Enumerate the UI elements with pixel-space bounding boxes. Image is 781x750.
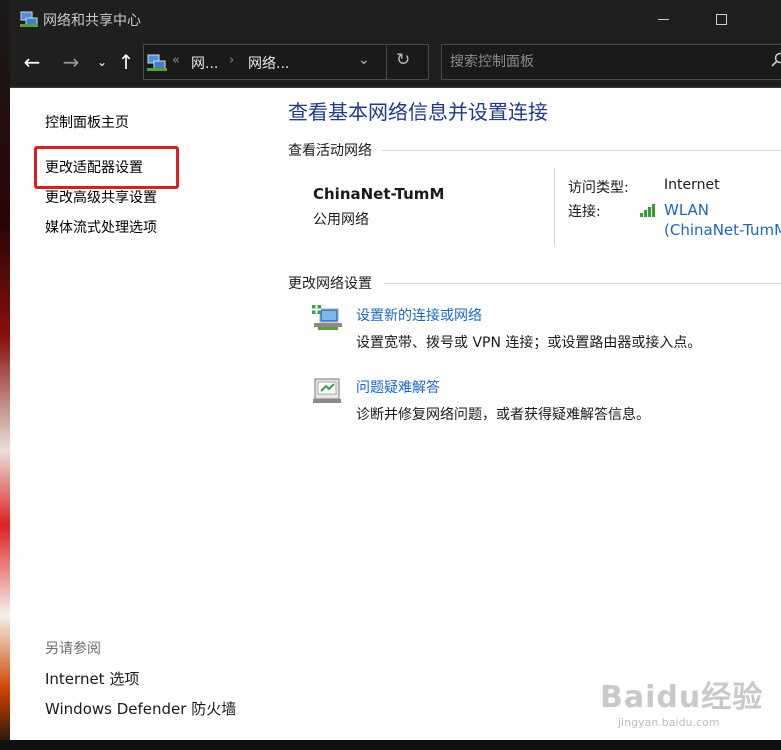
refresh-icon[interactable]: ↻: [396, 50, 410, 70]
access-type-label: 访问类型:: [568, 180, 629, 196]
breadcrumb-item[interactable]: 网络...: [248, 53, 289, 73]
setup-new-connection-link[interactable]: 设置新的连接或网络: [356, 305, 482, 325]
search-box: [441, 44, 781, 80]
network-info-separator: [554, 168, 555, 246]
back-button[interactable]: ←: [20, 50, 44, 74]
baidu-jingyan-watermark: Baidu经验 jingyan.baidu.com: [600, 672, 764, 729]
watermark-url: jingyan.baidu.com: [618, 716, 720, 729]
troubleshoot-problems-link[interactable]: 问题疑难解答: [356, 377, 440, 397]
breadcrumb-item[interactable]: 网...: [191, 53, 218, 73]
arrow-left-icon: ←: [23, 50, 41, 74]
address-dropdown-icon[interactable]: ⌄: [358, 52, 370, 68]
desktop-background: [0, 0, 10, 750]
address-bar[interactable]: « 网... › 网络... ⌄ ↻: [143, 44, 429, 80]
network-name: ChinaNet-TumM: [313, 185, 445, 203]
network-sharing-center-window: 网络和共享中心 ← → ⌄ ↑ « 网... › 网络... ⌄ ↻ 搜索控制面…: [10, 0, 781, 740]
minimize-button[interactable]: [640, 6, 686, 32]
address-divider: [386, 45, 387, 79]
sidebar-item-advanced-sharing-settings[interactable]: 更改高级共享设置: [45, 187, 157, 207]
troubleshoot-problems-description: 诊断并修复网络问题，或者获得疑难解答信息。: [356, 407, 650, 423]
see-also-internet-options[interactable]: Internet 选项: [45, 668, 139, 689]
title-bar: 网络和共享中心: [10, 0, 781, 38]
breadcrumb-separator-icon: ›: [229, 53, 235, 68]
wlan-link-line2: (ChinaNet-TumM: [664, 221, 781, 239]
network-center-app-icon: [20, 10, 38, 32]
see-also-windows-defender-firewall[interactable]: Windows Defender 防火墙: [45, 698, 236, 719]
wifi-signal-icon: [640, 202, 658, 221]
arrow-up-icon: ↑: [117, 50, 135, 74]
sidebar-item-media-streaming-options[interactable]: 媒体流式处理选项: [45, 217, 157, 237]
watermark-logo-text: Baidu经验: [600, 680, 764, 715]
highlight-annotation-box: [34, 146, 179, 189]
connection-label: 连接:: [568, 204, 601, 220]
forward-button[interactable]: →: [59, 50, 83, 74]
maximize-icon: [715, 14, 727, 25]
chevron-down-icon: ⌄: [96, 55, 108, 69]
navigation-bar: ← → ⌄ ↑ « 网... › 网络... ⌄ ↻: [10, 38, 781, 88]
wlan-connection-link[interactable]: WLAN (ChinaNet-TumM: [664, 200, 781, 240]
page-title: 查看基本网络信息并设置连接: [288, 100, 548, 124]
window-title: 网络和共享中心: [43, 13, 141, 29]
wlan-link-line1: WLAN: [664, 201, 710, 219]
see-also-heading: 另请参阅: [45, 641, 101, 657]
taskbar-edge: [0, 740, 781, 750]
up-button[interactable]: ↑: [114, 50, 138, 74]
section-divider: [384, 283, 781, 284]
change-settings-section-title: 更改网络设置: [288, 276, 372, 292]
setup-new-connection-description: 设置宽带、拨号或 VPN 连接；或设置路由器或接入点。: [356, 335, 702, 351]
access-type-value: Internet: [664, 177, 720, 193]
network-type: 公用网络: [313, 212, 369, 228]
troubleshoot-icon: [312, 377, 344, 409]
minimize-icon: [657, 19, 669, 20]
network-location-icon: [147, 54, 167, 76]
section-divider: [382, 150, 781, 151]
active-networks-section-title: 查看活动网络: [288, 143, 372, 159]
search-icon[interactable]: [770, 52, 781, 72]
sidebar-item-control-panel-home[interactable]: 控制面板主页: [45, 112, 129, 132]
breadcrumb-overflow-icon: «: [172, 53, 180, 68]
network-setup-icon: [312, 303, 344, 337]
arrow-right-icon: →: [62, 50, 80, 74]
search-input[interactable]: [450, 52, 750, 72]
maximize-button[interactable]: [698, 6, 744, 32]
recent-locations-button[interactable]: ⌄: [90, 50, 114, 74]
